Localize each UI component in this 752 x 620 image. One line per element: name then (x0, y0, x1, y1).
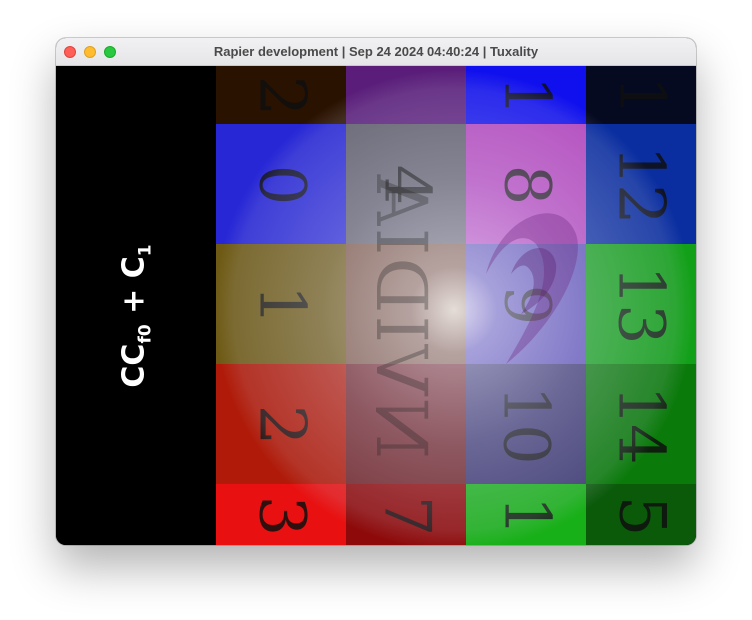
grid-cell-label: 4 (369, 164, 443, 204)
title-bar[interactable]: Rapier development | Sep 24 2024 04:40:2… (56, 38, 696, 66)
grid-cell-label: 1 (489, 495, 563, 534)
grid-cell-label: 14 (604, 385, 678, 463)
grid-cell (346, 66, 466, 124)
grid-cell: 1 (466, 66, 586, 124)
grid-cell: 12 (586, 124, 696, 244)
grid-cell: 10 (466, 364, 586, 484)
grid-cell-label: 12 (604, 145, 678, 223)
grid-cell: 8 (466, 124, 586, 244)
formula-panel: CCf0 + C1 (56, 66, 216, 545)
close-button[interactable] (64, 46, 76, 58)
grid-cell: 1 (586, 66, 696, 124)
grid-cell-label: 8 (489, 164, 563, 204)
grid-cell-label: 0 (244, 164, 318, 204)
render-viewport[interactable]: CCf0 + C1 2 1 1 0 4 8 12 1 9 13 2 10 14 3 7 1 5 NVIDIA (56, 66, 696, 545)
grid-cell-label: 1 (489, 75, 563, 115)
grid-cell-label: 5 (604, 495, 678, 534)
grid-cell-label: 2 (244, 75, 318, 115)
grid-cell: 2 (216, 364, 346, 484)
grid-cell: 1 (466, 484, 586, 545)
grid-cell: 0 (216, 124, 346, 244)
grid-cell: 7 (346, 484, 466, 545)
grid-cell-label: 10 (489, 385, 563, 463)
grid-cell-label: 9 (489, 284, 563, 324)
blend-formula: CCf0 + C1 (116, 244, 156, 388)
grid-cell-label: 1 (244, 284, 318, 324)
grid-cell-label: 13 (604, 265, 678, 343)
grid-cell (346, 364, 466, 484)
grid-cell: 13 (586, 244, 696, 364)
window-title: Rapier development | Sep 24 2024 04:40:2… (213, 44, 539, 59)
grid-cell: 5 (586, 484, 696, 545)
grid-cell-label: 1 (604, 75, 678, 115)
grid-cell: 1 (216, 244, 346, 364)
grid-cell: 9 (466, 244, 586, 364)
minimize-button[interactable] (84, 46, 96, 58)
grid-cell-label: 3 (244, 495, 318, 534)
grid-cell: 2 (216, 66, 346, 124)
grid-cell-label: 2 (244, 404, 318, 444)
grid-cell: 3 (216, 484, 346, 545)
grid-cell (346, 244, 466, 364)
zoom-button[interactable] (104, 46, 116, 58)
app-window: Rapier development | Sep 24 2024 04:40:2… (56, 38, 696, 545)
grid-cell: 14 (586, 364, 696, 484)
grid-cell-label: 7 (369, 495, 443, 534)
grid-cell: 4 (346, 124, 466, 244)
texture-grid: 2 1 1 0 4 8 12 1 9 13 2 10 14 3 7 1 5 (216, 66, 696, 545)
